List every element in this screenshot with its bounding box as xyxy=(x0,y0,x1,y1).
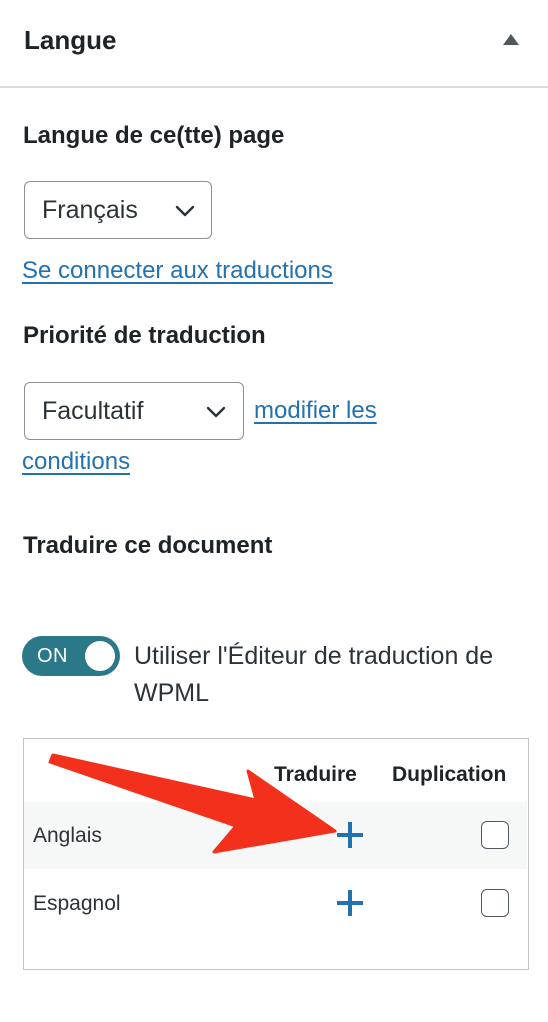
toggle-state-text: ON xyxy=(37,645,68,667)
edit-conditions-link-continued[interactable]: conditions xyxy=(22,447,130,477)
priority-label: Priorité de traduction xyxy=(23,322,266,349)
chevron-down-icon xyxy=(175,205,195,217)
translation-editor-toggle[interactable]: ON xyxy=(22,636,120,676)
chevron-down-icon xyxy=(206,406,226,418)
plus-icon[interactable] xyxy=(337,822,363,848)
table-row: Espagnol xyxy=(24,870,527,937)
column-header-translate: Traduire xyxy=(274,763,357,786)
triangle-up-icon xyxy=(503,34,519,45)
collapse-panel-button[interactable] xyxy=(496,26,526,56)
language-select-value: Français xyxy=(42,196,138,224)
edit-conditions-link[interactable]: modifier les xyxy=(254,396,377,426)
panel-header: Langue xyxy=(0,0,548,88)
row-language: Espagnol xyxy=(33,892,121,915)
translation-editor-label: Utiliser l'Éditeur de traduction de WPML xyxy=(134,642,494,707)
translations-table: Traduire Duplication Anglais Espagnol xyxy=(23,738,529,970)
column-header-duplicate: Duplication xyxy=(392,763,507,786)
duplicate-checkbox[interactable] xyxy=(481,821,509,849)
table-row: Anglais xyxy=(24,802,527,869)
panel-title: Langue xyxy=(24,25,117,55)
row-language: Anglais xyxy=(33,824,102,847)
priority-select[interactable]: Facultatif xyxy=(24,382,244,440)
duplicate-checkbox[interactable] xyxy=(481,889,509,917)
language-select[interactable]: Français xyxy=(24,181,212,239)
priority-select-value: Facultatif xyxy=(42,397,144,425)
toggle-knob xyxy=(85,641,115,671)
translate-document-label: Traduire ce document xyxy=(23,532,273,559)
connect-translations-link[interactable]: Se connecter aux traductions xyxy=(22,256,333,286)
language-label: Langue de ce(tte) page xyxy=(23,122,285,149)
plus-icon[interactable] xyxy=(337,890,363,916)
